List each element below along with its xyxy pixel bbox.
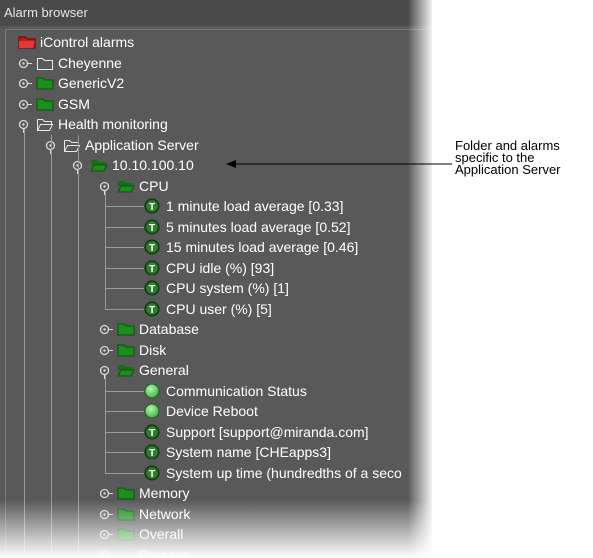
callout-line-3: Application Server <box>455 162 561 177</box>
callout-arrow <box>226 160 452 168</box>
callout-text: Folder and alarms specific to the Applic… <box>455 139 561 177</box>
callout-arrowhead <box>226 160 236 168</box>
